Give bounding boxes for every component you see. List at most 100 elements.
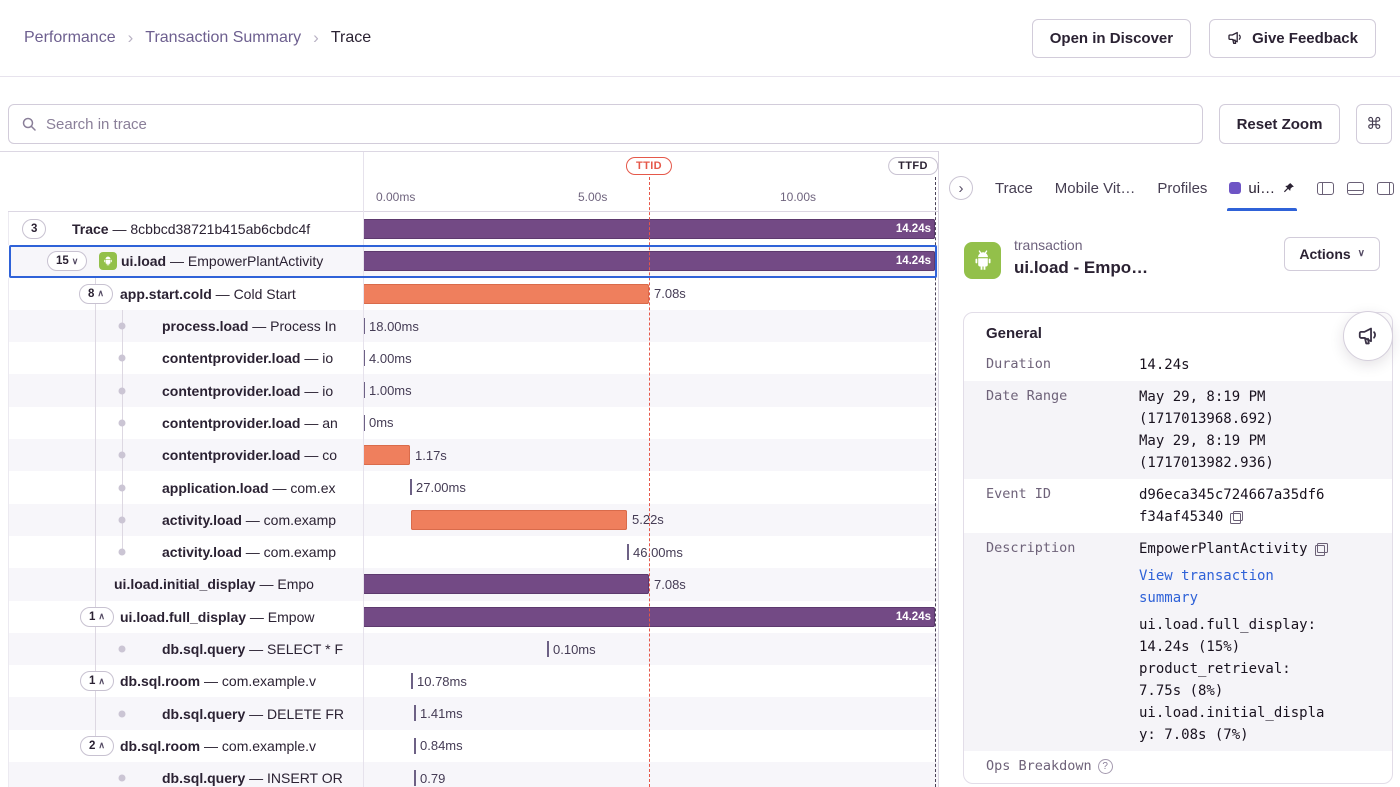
span-label: ui.load — EmpowerPlantActivity	[121, 245, 361, 277]
field-label: Event ID	[986, 484, 1139, 528]
tab-ui-load-active[interactable]: ui…	[1229, 165, 1295, 211]
trace-row-application-load[interactable]: application.load — com.ex27.00ms	[0, 471, 938, 503]
span-duration-label: 27.00ms	[416, 471, 466, 503]
span-bar[interactable]	[363, 284, 649, 304]
time-axis-label: 0.00ms	[376, 190, 415, 204]
value-line: 7.75s (8%)	[1139, 680, 1376, 702]
chevron-up-icon: ∧	[98, 677, 105, 686]
span-label: db.sql.room — com.example.v	[120, 730, 361, 762]
trace-row-contentprovider-load[interactable]: contentprovider.load — io4.00ms	[0, 342, 938, 374]
span-tick[interactable]	[410, 479, 412, 495]
copy-icon[interactable]	[1230, 511, 1243, 524]
span-tick[interactable]	[627, 544, 629, 560]
breadcrumb-transaction-summary[interactable]: Transaction Summary	[145, 29, 301, 47]
open-in-discover-button[interactable]: Open in Discover	[1032, 19, 1191, 58]
trace-row-db-sql-query[interactable]: db.sql.query — SELECT * F0.10ms	[0, 633, 938, 665]
layout-switcher	[1317, 182, 1394, 195]
general-row-ops-breakdown: Ops Breakdown?	[964, 751, 1392, 783]
chevron-down-icon: ∨	[72, 257, 79, 266]
value-line: y: 7.08s (7%)	[1139, 724, 1376, 746]
span-bar[interactable]: 14.24s	[363, 219, 935, 239]
field-label: Date Range	[986, 386, 1139, 474]
span-duration-label: 4.00ms	[369, 342, 412, 374]
actions-button[interactable]: Actions ∨	[1284, 237, 1380, 271]
value-line: EmpowerPlantActivity	[1139, 538, 1376, 560]
tree-connector-dot	[119, 419, 126, 426]
child-count-badge[interactable]: 8∧	[79, 284, 113, 304]
shortcut-button[interactable]: ⌘	[1356, 104, 1392, 144]
give-feedback-button[interactable]: Give Feedback	[1209, 19, 1376, 58]
trace-row-process-load[interactable]: process.load — Process In18.00ms	[0, 310, 938, 342]
tree-waterfall-divider[interactable]	[363, 152, 364, 787]
layout-left-icon[interactable]	[1317, 182, 1334, 195]
span-bar[interactable]: 14.24s	[363, 251, 935, 271]
span-tick[interactable]	[414, 770, 416, 786]
pin-icon[interactable]	[1282, 182, 1295, 195]
actions-label: Actions	[1299, 246, 1350, 262]
span-bar[interactable]: 14.24s	[363, 607, 935, 627]
general-rows: Duration14.24s Date RangeMay 29, 8:19 PM(…	[964, 349, 1392, 783]
trace-row-ui-load[interactable]: 15∨ ui.load — EmpowerPlantActivity14.24s	[0, 245, 938, 277]
help-icon[interactable]: ?	[1098, 759, 1113, 774]
span-bar[interactable]	[363, 574, 649, 594]
span-tick[interactable]	[414, 705, 416, 721]
trace-row-app-start-cold[interactable]: 8∧app.start.cold — Cold Start7.08s	[0, 278, 938, 310]
trace-row-db-sql-query[interactable]: db.sql.query — INSERT OR0.79	[0, 762, 938, 787]
span-duration-label: 0.84ms	[420, 730, 463, 762]
feedback-fab-button[interactable]	[1343, 311, 1393, 361]
layout-right-icon[interactable]	[1377, 182, 1394, 195]
transaction-summary-link[interactable]: summary	[1139, 587, 1376, 609]
tab-trace[interactable]: Trace	[995, 180, 1033, 197]
trace-row-ui-load-full-display[interactable]: 1∧ui.load.full_display — Empow14.24s	[0, 601, 938, 633]
transaction-type-label: transaction	[1014, 237, 1148, 253]
trace-row-contentprovider-load[interactable]: contentprovider.load — io1.00ms	[0, 374, 938, 406]
span-tick[interactable]	[547, 641, 549, 657]
field-value: 14.24s	[1139, 354, 1376, 376]
trace-rows: 3Trace — 8cbbcd38721b415ab6cbdc4f14.24s1…	[0, 213, 938, 787]
value-line: May 29, 8:19 PM	[1139, 386, 1376, 408]
trace-row-trace[interactable]: 3Trace — 8cbbcd38721b415ab6cbdc4f14.24s	[0, 213, 938, 245]
span-bar[interactable]	[411, 510, 627, 530]
value-line: ui.load.full_display:	[1139, 614, 1376, 636]
span-duration-label: 18.00ms	[369, 310, 419, 342]
time-axis-label: 5.00s	[578, 190, 607, 204]
transaction-summary-link[interactable]: View transaction	[1139, 565, 1376, 587]
transaction-header: transaction ui.load - Empo… Actions ∨	[964, 237, 1380, 279]
child-count-badge[interactable]: 3	[22, 219, 46, 239]
collapse-panel-button[interactable]: ›	[949, 176, 973, 200]
child-count-badge[interactable]: 15∨	[47, 251, 87, 271]
child-count-badge[interactable]: 1∧	[80, 607, 114, 627]
trace-row-activity-load[interactable]: activity.load — com.examp5.22s	[0, 504, 938, 536]
reset-zoom-button[interactable]: Reset Zoom	[1219, 104, 1341, 144]
child-count-badge[interactable]: 2∧	[80, 736, 114, 756]
trace-row-db-sql-room[interactable]: 1∧db.sql.room — com.example.v10.78ms	[0, 665, 938, 697]
trace-row-db-sql-query[interactable]: db.sql.query — DELETE FR1.41ms	[0, 697, 938, 729]
span-tick[interactable]	[411, 673, 413, 689]
tab-profiles[interactable]: Profiles	[1157, 180, 1207, 197]
span-duration-label: 5.22s	[632, 504, 664, 536]
tree-connector-dot	[119, 323, 126, 330]
trace-row-db-sql-room[interactable]: 2∧ db.sql.room — com.example.v 0.84ms	[0, 730, 938, 762]
trace-row-contentprovider-load[interactable]: contentprovider.load — co1.17s	[0, 439, 938, 471]
breadcrumb-performance[interactable]: Performance	[24, 29, 116, 47]
time-axis-label: 10.00s	[780, 190, 816, 204]
general-row-event-id: Event IDd96eca345c724667a35df6f34af45340	[964, 479, 1392, 533]
copy-icon[interactable]	[1315, 543, 1328, 556]
trace-row-contentprovider-load[interactable]: contentprovider.load — an0ms	[0, 407, 938, 439]
field-value: May 29, 8:19 PM(1717013968.692)May 29, 8…	[1139, 386, 1376, 474]
general-row-duration: Duration14.24s	[964, 349, 1392, 381]
search-input[interactable]	[46, 116, 1190, 133]
search-bar[interactable]	[8, 104, 1203, 144]
search-icon	[21, 116, 37, 132]
span-tick[interactable]	[414, 738, 416, 754]
span-duration-label: 0.10ms	[553, 633, 596, 665]
span-bar[interactable]	[363, 445, 410, 465]
tab-mobile-vitals[interactable]: Mobile Vit…	[1055, 180, 1136, 197]
trace-row-activity-load[interactable]: activity.load — com.examp46.00ms	[0, 536, 938, 568]
child-count-badge[interactable]: 1∧	[80, 671, 114, 691]
layout-bottom-icon[interactable]	[1347, 182, 1364, 195]
span-label: contentprovider.load — io	[162, 342, 361, 374]
general-row-description: DescriptionEmpowerPlantActivityView tran…	[964, 533, 1392, 751]
trace-row-ui-load-initial-display[interactable]: ui.load.initial_display — Empo7.08s	[0, 568, 938, 600]
span-duration-label: 46.00ms	[633, 536, 683, 568]
